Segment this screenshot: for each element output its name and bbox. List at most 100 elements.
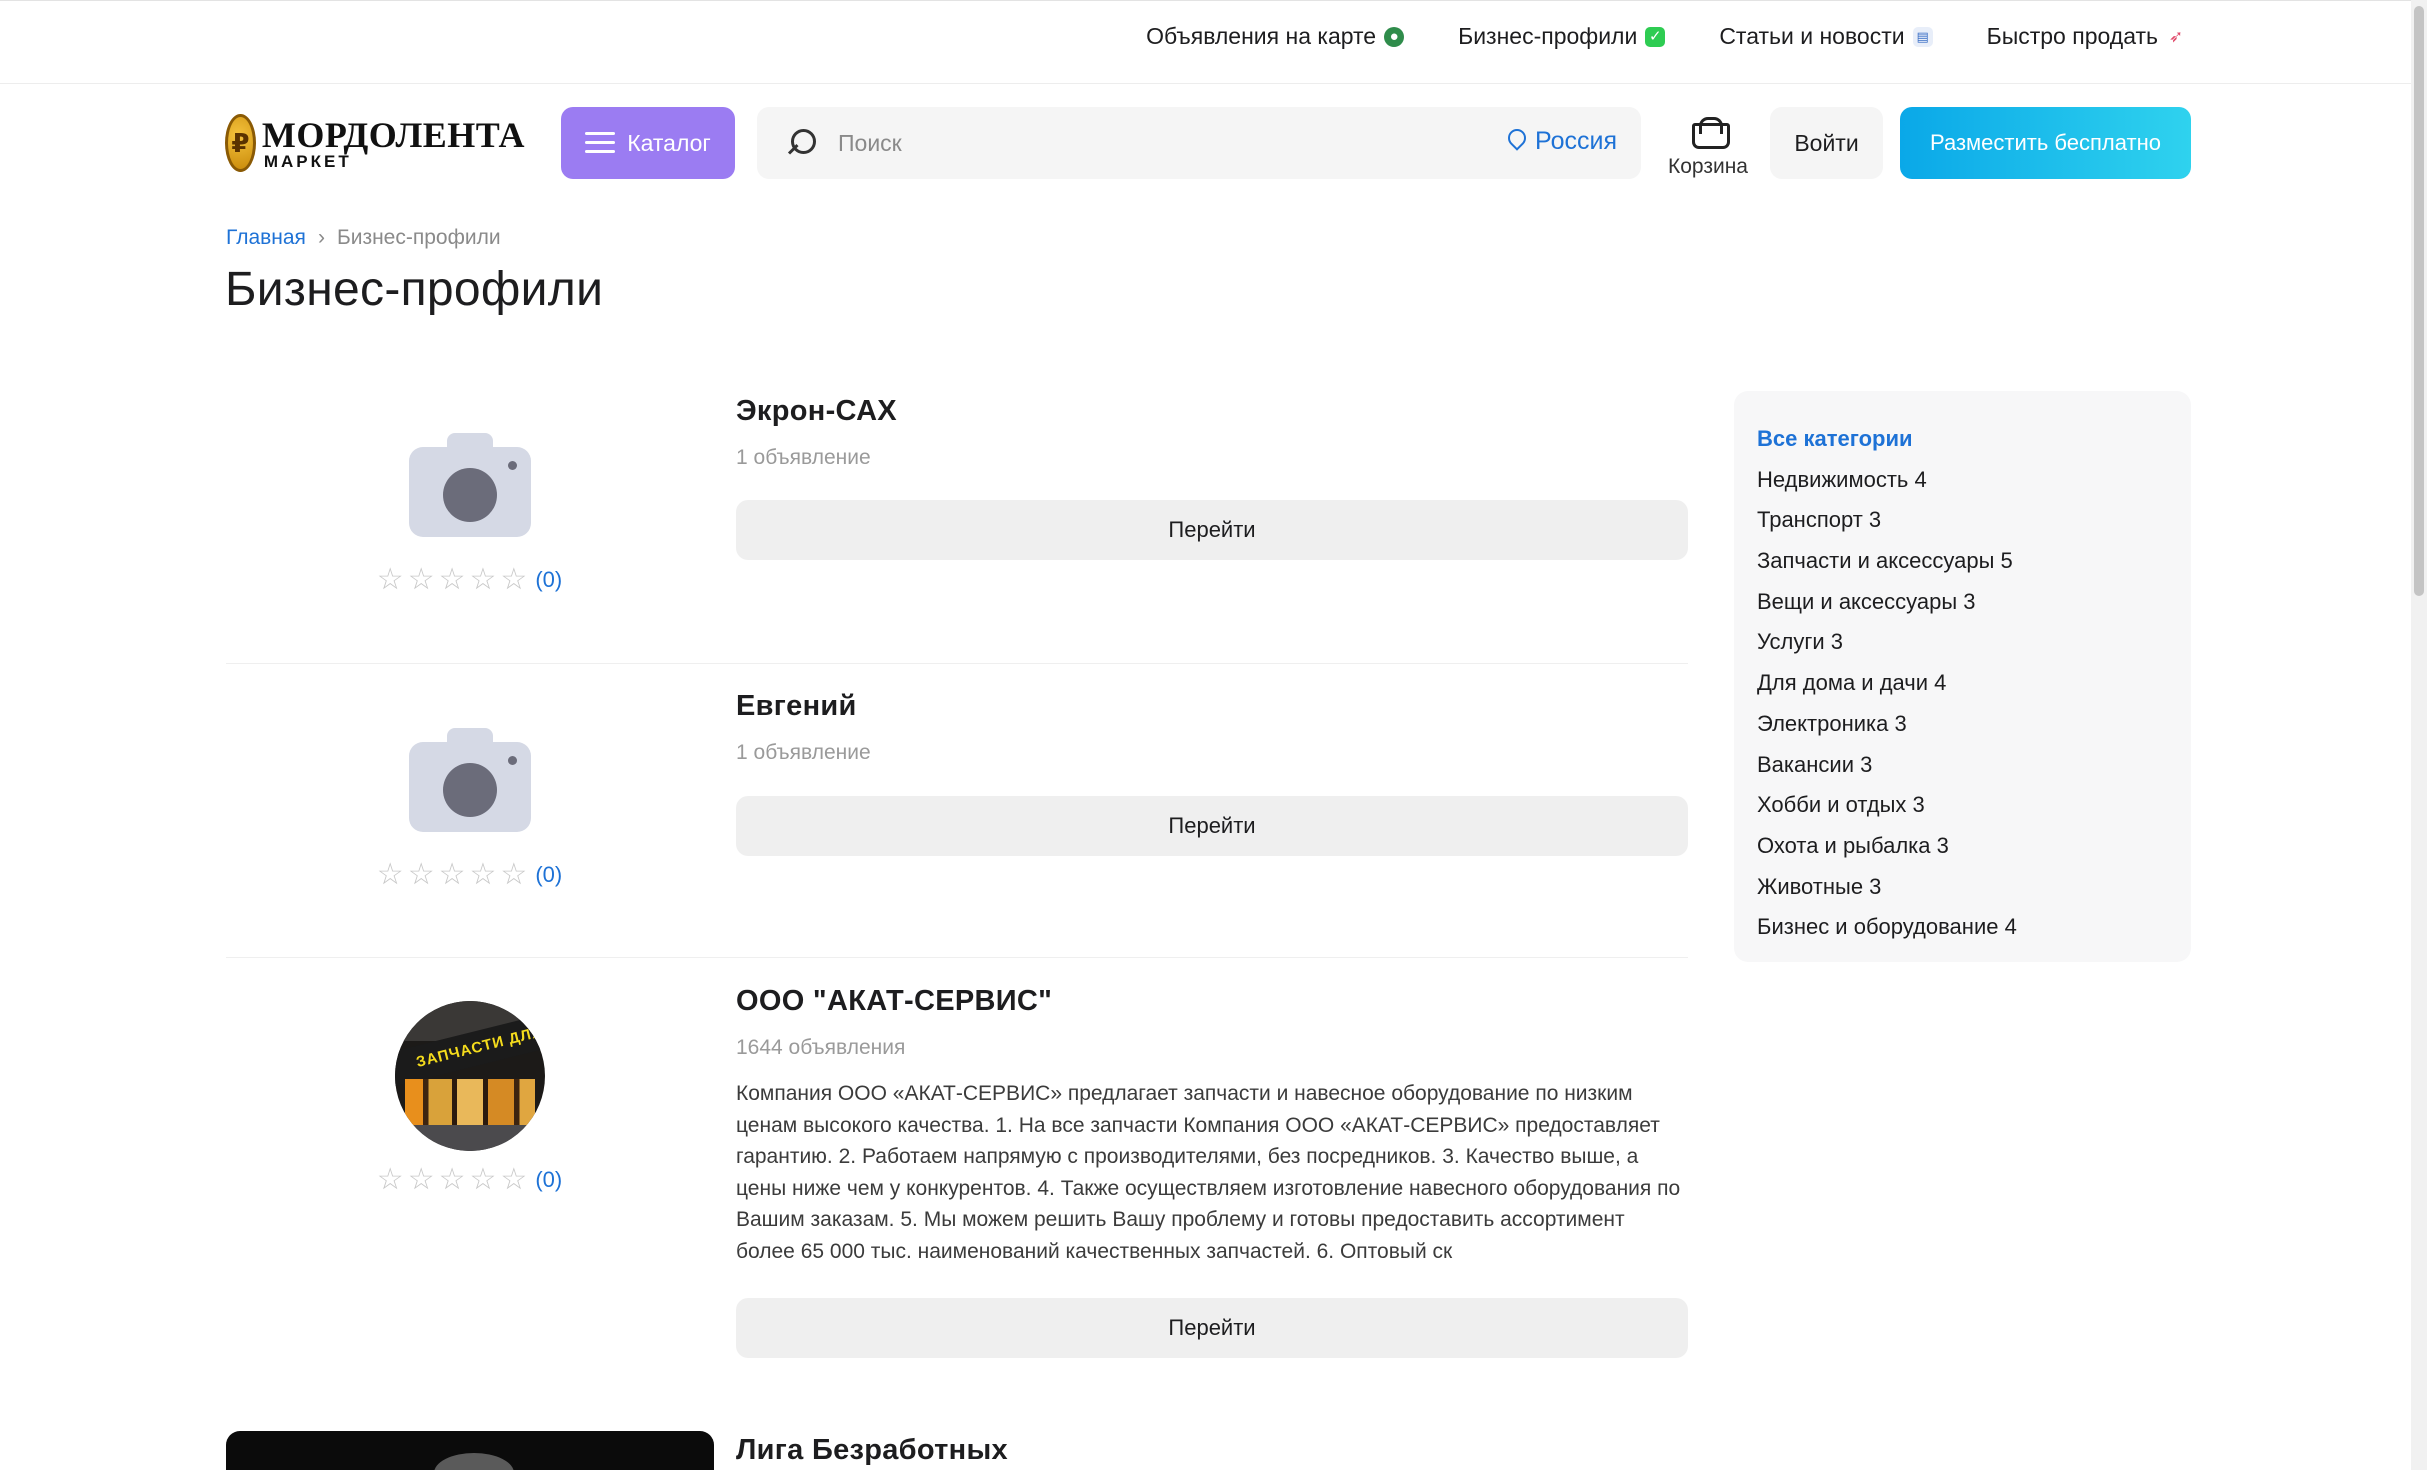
login-label: Войти — [1794, 129, 1859, 156]
ads-count: 1644 объявления — [736, 1036, 906, 1059]
star-icon: ☆ — [376, 563, 404, 596]
sidebar-item-animals[interactable]: Животные 3 — [1757, 867, 2168, 908]
rating-count-link[interactable]: (0) — [535, 1167, 562, 1193]
rating-stars: ☆ ☆ ☆ ☆ ☆ (0) — [377, 1165, 562, 1195]
scrollbar-thumb[interactable] — [2414, 6, 2424, 596]
star-icon: ☆ — [469, 858, 497, 891]
sidebar-item-goods[interactable]: Вещи и аксессуары 3 — [1757, 582, 2168, 623]
logo-title: МОРДОЛЕНТА — [261, 114, 525, 155]
go-to-profile-button[interactable]: Перейти — [736, 500, 1688, 560]
rating-stars: ☆ ☆ ☆ ☆ ☆ (0) — [377, 860, 562, 890]
breadcrumb: Главная › Бизнес-профили — [226, 226, 501, 250]
profile-name[interactable]: ООО "АКАТ-СЕРВИС" — [736, 985, 1688, 1018]
profile-photo-area: ЗАПЧАСТИ ДЛЯ СПЕЦТЕХНИКИ ☆ ☆ ☆ ☆ ☆ (0) — [226, 1001, 713, 1195]
camera-placeholder-icon[interactable] — [408, 728, 531, 832]
star-icon: ☆ — [407, 858, 435, 891]
search-input[interactable] — [838, 129, 1458, 157]
profile-photo-area: ☆ ☆ ☆ ☆ ☆ (0) — [226, 728, 713, 890]
breadcrumb-current: Бизнес-профили — [336, 226, 501, 249]
cart-button[interactable]: Корзина — [1660, 107, 1756, 179]
logo-subtitle: МАРКЕТ — [263, 151, 352, 171]
profile-photo-area: ☆ ☆ ☆ ☆ ☆ (0) — [226, 433, 713, 595]
top-nav-label: Быстро продать — [1986, 23, 2158, 49]
star-icon: ☆ — [469, 1163, 497, 1196]
top-nav: Объявления на карте ● Бизнес-профили ✓ С… — [1146, 23, 2186, 50]
top-bar: Объявления на карте ● Бизнес-профили ✓ С… — [0, 0, 2411, 84]
star-icon: ☆ — [438, 563, 466, 596]
sidebar-item-parts[interactable]: Запчасти и аксессуары 5 — [1757, 541, 2168, 582]
profile-description: Компания ООО «АКАТ-СЕРВИС» предлагает за… — [736, 1082, 1681, 1263]
list-icon — [585, 132, 616, 154]
category-sidebar: Все категории Недвижимость 4 Транспорт 3… — [1734, 391, 2191, 962]
basket-icon — [1690, 117, 1730, 149]
breadcrumb-separator: › — [317, 226, 325, 249]
profile-name[interactable]: Евгений — [736, 690, 1688, 723]
breadcrumb-home-link[interactable]: Главная — [226, 226, 306, 250]
profile-divider — [226, 663, 1688, 664]
sidebar-item-transport[interactable]: Транспорт 3 — [1757, 500, 2168, 541]
top-nav-articles-link[interactable]: Статьи и новости ▤ — [1719, 23, 1933, 50]
profile-info: Экрон-САХ 1 объявление Перейти — [736, 395, 1688, 560]
go-button-label: Перейти — [1168, 517, 1256, 542]
top-nav-business-link[interactable]: Бизнес-профили ✓ — [1458, 23, 1666, 50]
go-button-label: Перейти — [1168, 813, 1256, 838]
go-to-profile-button[interactable]: Перейти — [736, 796, 1688, 856]
logo-wordmark: МОРДОЛЕНТА МАРКЕТ — [262, 117, 525, 170]
profile-name[interactable]: Лига Безработных — [736, 1434, 1008, 1467]
profile-avatar[interactable]: ЗАПЧАСТИ ДЛЯ СПЕЦТЕХНИКИ — [394, 1001, 545, 1151]
profile-name[interactable]: Экрон-САХ — [736, 395, 1688, 428]
star-icon: ☆ — [376, 858, 404, 891]
star-icon: ☆ — [500, 858, 528, 891]
login-button[interactable]: Войти — [1770, 107, 1883, 179]
catalog-button[interactable]: Каталог — [561, 107, 735, 179]
post-ad-button[interactable]: Разместить бесплатно — [1900, 107, 2191, 179]
star-icon: ☆ — [407, 1163, 435, 1196]
search-bar: Россия — [757, 107, 1641, 179]
sidebar-item-electronics[interactable]: Электроника 3 — [1757, 704, 2168, 745]
star-icon: ☆ — [469, 563, 497, 596]
go-button-label: Перейти — [1168, 1315, 1256, 1340]
star-icon: ☆ — [407, 563, 435, 596]
star-icon: ☆ — [438, 1163, 466, 1196]
profile-avatar[interactable] — [226, 1431, 714, 1470]
sidebar-item-hobby[interactable]: Хобби и отдых 3 — [1757, 785, 2168, 826]
top-nav-label: Объявления на карте — [1146, 23, 1377, 49]
rating-count-link[interactable]: (0) — [535, 862, 562, 888]
profile-info: Евгений 1 объявление Перейти — [736, 690, 1688, 856]
logo-coin-icon: ₽ — [225, 114, 256, 172]
sidebar-item-business[interactable]: Бизнес и оборудование 4 — [1757, 907, 2168, 948]
page-title: Бизнес-профили — [225, 263, 604, 316]
top-nav-map-link[interactable]: Объявления на карте ● — [1146, 23, 1405, 50]
rocket-icon: ➶ — [2168, 26, 2184, 46]
star-icon: ☆ — [376, 1163, 404, 1196]
sidebar-item-all[interactable]: Все категории — [1757, 419, 2168, 460]
site-logo[interactable]: ₽ МОРДОЛЕНТА МАРКЕТ — [225, 110, 525, 176]
profile-divider — [226, 957, 1688, 958]
page-scrollbar[interactable] — [2411, 0, 2427, 1470]
rating-stars: ☆ ☆ ☆ ☆ ☆ (0) — [377, 565, 562, 595]
search-icon — [784, 126, 818, 160]
sidebar-item-home-garden[interactable]: Для дома и дачи 4 — [1757, 663, 2168, 704]
ads-count: 1 объявление — [736, 446, 871, 469]
region-selector[interactable]: Россия — [1507, 127, 1617, 156]
sidebar-item-services[interactable]: Услуги 3 — [1757, 622, 2168, 663]
cart-label: Корзина — [1668, 155, 1748, 178]
location-pin-icon — [1507, 129, 1525, 155]
rating-count-link[interactable]: (0) — [535, 567, 562, 593]
star-icon: ☆ — [500, 1163, 528, 1196]
top-nav-sell-link[interactable]: Быстро продать ➶ — [1987, 23, 2186, 50]
profile-info: ООО "АКАТ-СЕРВИС" 1644 объявления Компан… — [736, 985, 1688, 1358]
top-nav-label: Статьи и новости — [1719, 23, 1905, 49]
catalog-label: Каталог — [627, 129, 711, 156]
globe-icon: ● — [1384, 26, 1405, 47]
region-label: Россия — [1535, 127, 1617, 155]
sidebar-item-real-estate[interactable]: Недвижимость 4 — [1757, 460, 2168, 501]
star-icon: ☆ — [438, 858, 466, 891]
book-icon: ▤ — [1912, 26, 1933, 47]
top-nav-label: Бизнес-профили — [1458, 23, 1638, 49]
go-to-profile-button[interactable]: Перейти — [736, 1298, 1688, 1358]
sidebar-item-hunting[interactable]: Охота и рыбалка 3 — [1757, 826, 2168, 867]
sidebar-item-jobs[interactable]: Вакансии 3 — [1757, 745, 2168, 786]
star-icon: ☆ — [500, 563, 528, 596]
camera-placeholder-icon[interactable] — [408, 433, 531, 537]
